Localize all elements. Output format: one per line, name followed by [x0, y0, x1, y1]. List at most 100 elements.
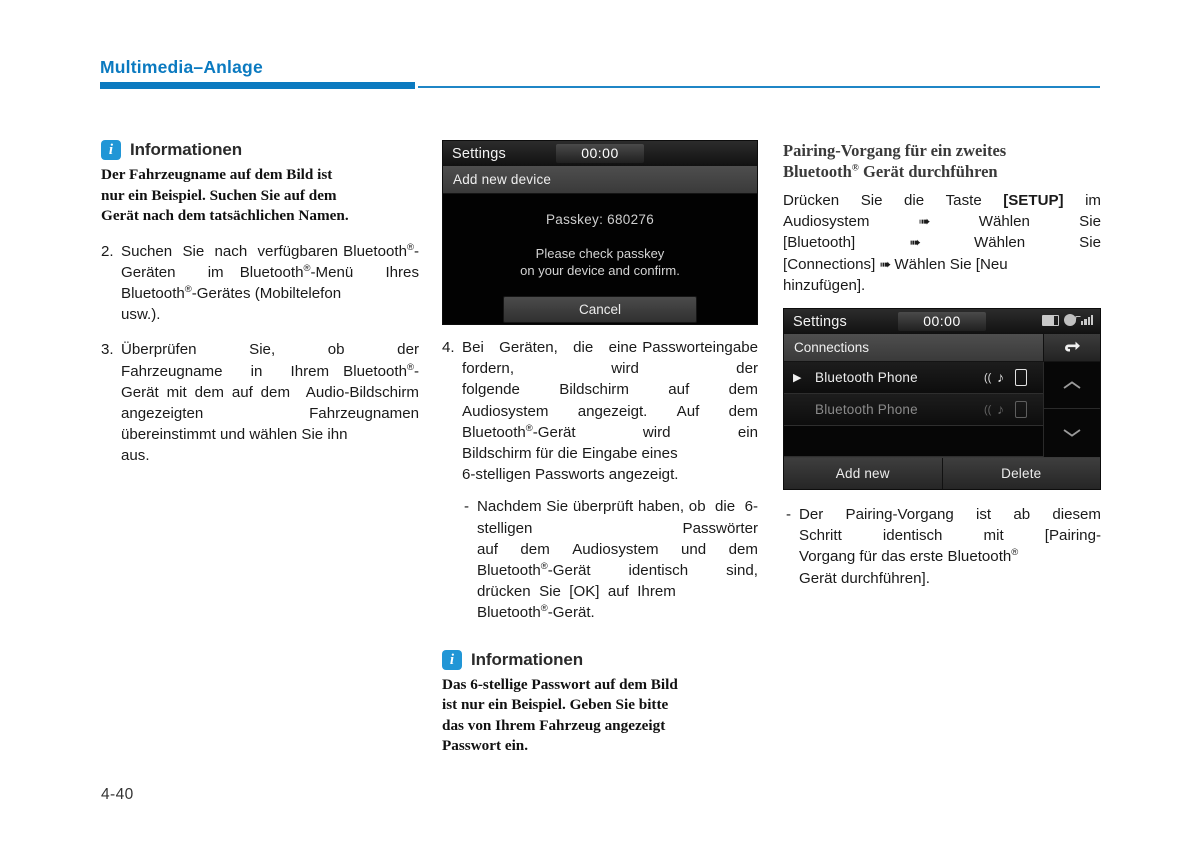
- intro-last-line: hinzufügen].: [783, 276, 866, 294]
- section-heading-line2: Bluetooth® Gerät durchführen: [783, 161, 1101, 182]
- list-item: - Nachdem Sie überprüft haben, ob die 6-…: [442, 496, 758, 623]
- page-header: Multimedia–Anlage: [100, 56, 1100, 92]
- passkey-value: Passkey: 680276: [545, 212, 655, 227]
- battery-icon: [1042, 314, 1060, 326]
- bluetooth-audio-icon: [1064, 314, 1077, 327]
- chevron-up-icon[interactable]: [1044, 362, 1100, 408]
- audio-waves: ((: [984, 372, 992, 385]
- arrow-icon: ➠: [879, 255, 892, 272]
- list-item: 2. Suchen Sie nach verfügbaren Bluetooth…: [101, 241, 419, 326]
- intro-paragraph: Drücken Sie die Taste [SETUP] im Audiosy…: [783, 190, 1101, 296]
- info-note-line: ist nur ein Beispiel. Geben Sie bitte: [442, 696, 669, 714]
- table-row-empty: [784, 426, 1043, 458]
- device-screenshot-passkey: Settings 00:00 Add new device Passkey: 6…: [442, 140, 758, 325]
- device-sub-bar-row: Connections: [784, 334, 1100, 363]
- arrow-icon: ➠: [909, 234, 921, 251]
- registered-mark: ®: [851, 163, 859, 174]
- table-row[interactable]: ▶ Bluetooth Phone ((♪: [784, 362, 1043, 395]
- device-footer: Add new Delete: [784, 457, 1100, 490]
- device-status-bar: Settings 00:00: [443, 141, 757, 166]
- left-column: i Informationen Der Fahrzeugname auf dem…: [101, 140, 419, 467]
- page-title: Multimedia–Anlage: [100, 57, 263, 77]
- info-note-line: nur ein Beispiel. Suchen Sie auf dem: [101, 186, 337, 204]
- info-note-line: Passwort ein.: [442, 737, 529, 755]
- step-text: Überprüfen Sie, ob der Fahrzeugname in I…: [121, 341, 419, 465]
- info-icon: i: [101, 140, 121, 160]
- sub-item-text: Der Pairing-Vorgang ist ab diesem Schrit…: [799, 506, 1101, 587]
- step-marker: 2.: [101, 242, 114, 260]
- section-heading-rest: Gerät durchführen: [858, 162, 998, 181]
- device-list: ▶ Bluetooth Phone ((♪ Bluetooth Phone ((…: [784, 362, 1043, 458]
- row-caret-icon: ▶: [793, 372, 802, 385]
- device-sub-bar-label: Connections: [794, 340, 870, 356]
- passkey-hint-line1: Please check passkey: [535, 246, 665, 261]
- arrow-icon: ➠: [918, 213, 931, 230]
- section-heading: Pairing-Vorgang für ein zweites Bluetoot…: [783, 140, 1101, 182]
- chevron-down-icon[interactable]: [1044, 408, 1100, 455]
- header-rule-thick: [100, 82, 415, 89]
- device-name: Bluetooth Phone: [815, 402, 918, 418]
- right-column: Pairing-Vorgang für ein zweites Bluetoot…: [783, 140, 1101, 589]
- signal-bars-icon: [1081, 315, 1093, 326]
- section-heading-bt: Bluetooth: [783, 162, 852, 181]
- phone-icon: [1015, 369, 1027, 387]
- info-note-line: das von Ihrem Fahrzeug angezeigt: [442, 716, 666, 734]
- add-new-button[interactable]: Add new: [784, 458, 942, 490]
- info-note-header: i Informationen: [101, 140, 419, 160]
- audio-waves: ((: [984, 404, 992, 417]
- header-rule-thin: [418, 86, 1100, 88]
- info-note-line: Das 6-stellige Passwort auf dem Bild: [442, 675, 678, 693]
- info-note-body: Das 6-stellige Passwort auf dem Bild ist…: [442, 675, 758, 757]
- info-note-header: i Informationen: [442, 649, 758, 670]
- device-sub-bar-label: Add new device: [453, 172, 552, 187]
- device-status-bar: Settings 00:00: [784, 309, 1100, 335]
- right-sub-items: - Der Pairing-Vorgang ist ab diesem Schr…: [783, 504, 1101, 589]
- device-passkey-body: Passkey: 680276 Please check passkey on …: [443, 194, 757, 324]
- step-marker: 3.: [101, 341, 114, 359]
- row-icons: ((♪: [984, 401, 1043, 419]
- delete-button[interactable]: Delete: [941, 458, 1100, 490]
- audio-streaming-icon: ((♪: [984, 401, 1004, 418]
- left-steps: 2. Suchen Sie nach verfügbaren Bluetooth…: [101, 241, 419, 467]
- page-number: 4-40: [101, 786, 134, 803]
- info-note-middle: i Informationen Das 6-stellige Passwort …: [442, 649, 758, 757]
- phone-icon: [1015, 401, 1027, 419]
- device-screenshot-connections: Settings 00:00 Connections ▶ Bluetooth P…: [783, 308, 1101, 491]
- device-status-title: Settings: [452, 145, 506, 162]
- setup-key-label: [SETUP]: [1003, 192, 1064, 209]
- dash-marker: -: [464, 498, 470, 516]
- back-arrow-icon[interactable]: [1043, 334, 1100, 363]
- audio-streaming-icon: ((♪: [984, 369, 1004, 386]
- list-item: 3. Überprüfen Sie, ob der Fahrzeugname i…: [101, 339, 419, 466]
- device-sub-bar: Add new device: [443, 166, 757, 194]
- info-note-line: Der Fahrzeugname auf dem Bild ist: [101, 166, 333, 183]
- info-icon: i: [442, 649, 462, 670]
- dash-marker: -: [786, 506, 792, 524]
- step-text: Suchen Sie nach verfügbaren Bluetooth®-G…: [121, 241, 420, 324]
- sub-item-text: Nachdem Sie überprüft haben, ob die 6-st…: [477, 498, 758, 622]
- step-text: Bei Geräten, die eine Passworteingabe fo…: [462, 339, 758, 484]
- device-status-icons: [1042, 314, 1093, 327]
- device-sub-bar: Connections: [784, 334, 1043, 363]
- section-heading-line1: Pairing-Vorgang für ein zweites: [783, 141, 1007, 160]
- info-note-body: Der Fahrzeugname auf dem Bild ist nur ei…: [101, 165, 419, 227]
- device-list-area: ▶ Bluetooth Phone ((♪ Bluetooth Phone ((…: [784, 362, 1100, 458]
- list-item: 4. Bei Geräten, die eine Passworteingabe…: [442, 337, 758, 485]
- device-status-title: Settings: [793, 313, 847, 330]
- cancel-button[interactable]: Cancel: [503, 296, 697, 323]
- step-marker: 4.: [442, 339, 455, 356]
- row-icons: ((♪: [984, 369, 1043, 387]
- header-rule: [100, 82, 1100, 90]
- info-note-left: i Informationen Der Fahrzeugname auf dem…: [101, 140, 419, 227]
- info-note-line: Gerät nach dem tatsächlichen Namen.: [101, 207, 349, 224]
- table-row[interactable]: Bluetooth Phone ((♪: [784, 394, 1043, 427]
- middle-steps: 4. Bei Geräten, die eine Passworteingabe…: [442, 337, 758, 624]
- info-note-title: Informationen: [471, 649, 584, 669]
- info-note-title: Informationen: [130, 140, 243, 159]
- list-item: - Der Pairing-Vorgang ist ab diesem Schr…: [783, 504, 1101, 589]
- device-clock: 00:00: [556, 144, 644, 163]
- device-clock: 00:00: [898, 312, 986, 332]
- device-name: Bluetooth Phone: [815, 370, 918, 386]
- scrollbar[interactable]: [1043, 362, 1100, 458]
- middle-column: Settings 00:00 Add new device Passkey: 6…: [442, 140, 758, 757]
